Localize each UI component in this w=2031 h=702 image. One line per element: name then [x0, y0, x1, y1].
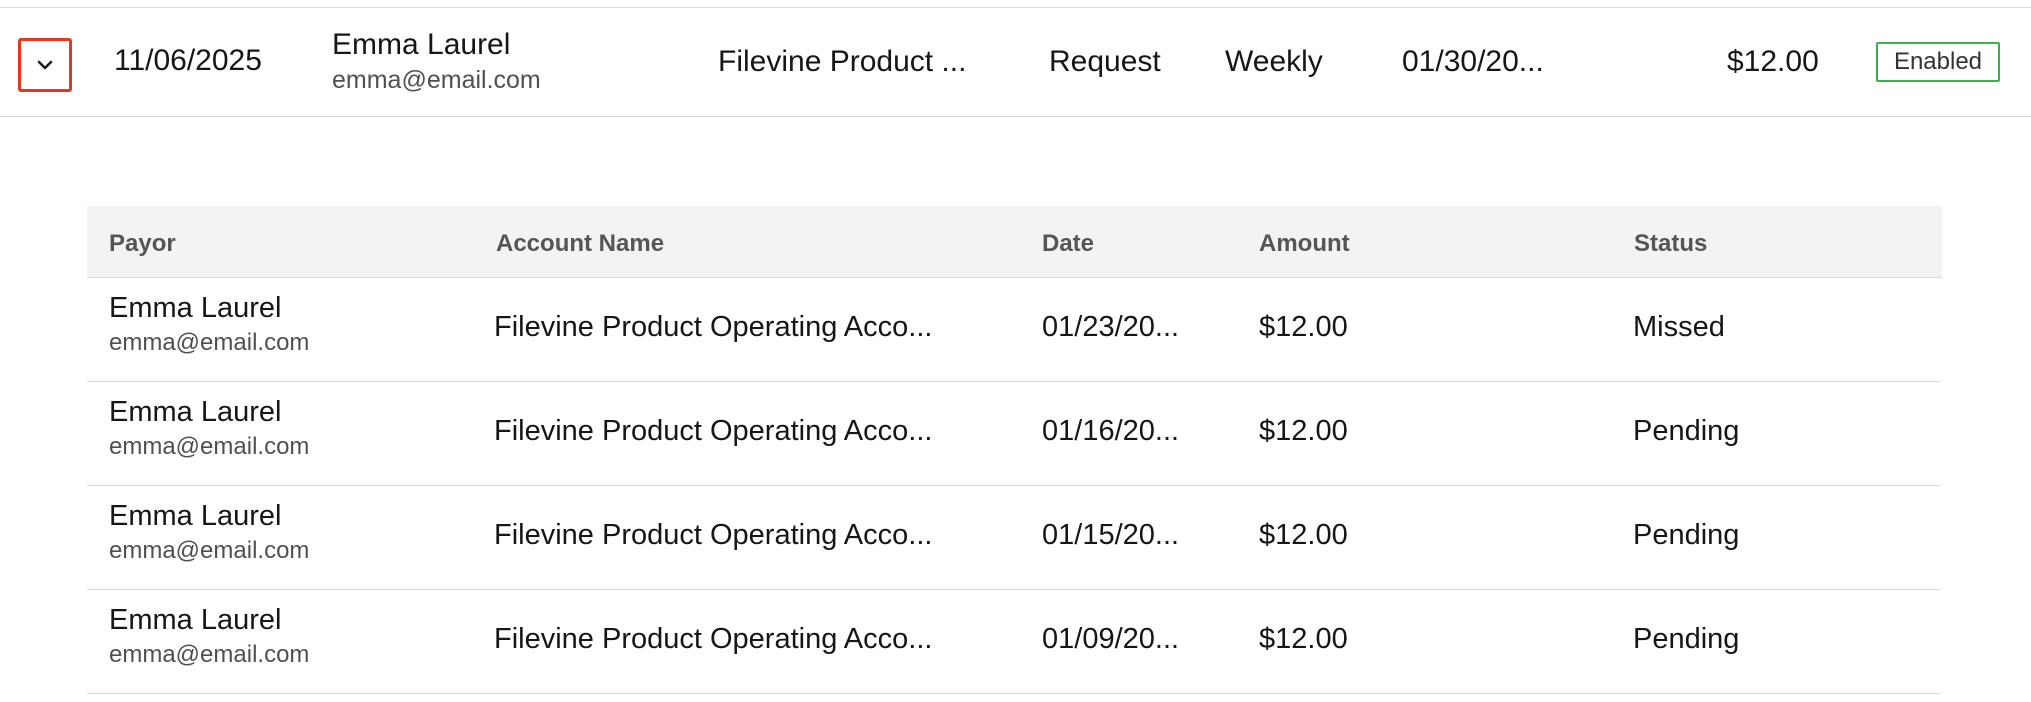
payment-amount: $12.00: [1727, 45, 1819, 78]
payor-name: Emma Laurel: [109, 604, 282, 636]
chevron-down-icon: [37, 60, 53, 70]
status-badge: Enabled: [1876, 42, 2000, 82]
payor-cell: Emma Laurel emma@email.com: [109, 292, 309, 357]
payment-status: Pending: [1633, 623, 1740, 655]
payor-name: Emma Laurel: [109, 500, 282, 532]
recurring-payment-row[interactable]: 11/06/2025 Emma Laurel emma@email.com Fi…: [0, 8, 2031, 117]
account-name: Filevine Product Operating Acco...: [494, 311, 933, 343]
header-amount: Amount: [1259, 230, 1350, 257]
payor-name: Emma Laurel: [109, 292, 282, 324]
table-header: Payor Account Name Date Amount Status: [87, 206, 1942, 278]
payment-amount: $12.00: [1259, 519, 1348, 551]
header-date: Date: [1042, 230, 1095, 257]
payor-email: emma@email.com: [109, 433, 310, 460]
header-payor: Payor: [109, 230, 176, 257]
payment-status: Pending: [1633, 519, 1740, 551]
account-name: Filevine Product Operating Acco...: [494, 623, 933, 655]
expand-row-button[interactable]: [18, 38, 72, 92]
account-name: Filevine Product Operating Acco...: [494, 415, 933, 447]
payment-frequency: Weekly: [1225, 45, 1323, 78]
table-row: Emma Laurel emma@email.com Filevine Prod…: [87, 590, 1940, 694]
next-payment-date: 01/30/20...: [1402, 45, 1544, 78]
payor-cell: Emma Laurel emma@email.com: [109, 500, 309, 565]
account-name: Filevine Product Operating Acco...: [494, 519, 933, 551]
header-status: Status: [1634, 230, 1708, 257]
payor-name: Emma Laurel: [109, 396, 282, 428]
payment-date: 01/16/20...: [1042, 415, 1180, 447]
table-row: Emma Laurel emma@email.com Filevine Prod…: [87, 382, 1940, 486]
payment-type: Request: [1049, 45, 1161, 78]
payor-cell: Emma Laurel emma@email.com: [332, 28, 541, 95]
payment-status: Pending: [1633, 415, 1740, 447]
header-account-name: Account Name: [496, 230, 665, 257]
payor-cell: Emma Laurel emma@email.com: [109, 396, 309, 461]
payment-status: Missed: [1633, 311, 1725, 343]
payor-email: emma@email.com: [109, 537, 310, 564]
payment-date: 01/09/20...: [1042, 623, 1180, 655]
payor-name: Emma Laurel: [332, 28, 511, 61]
payment-amount: $12.00: [1259, 623, 1348, 655]
table-row: Emma Laurel emma@email.com Filevine Prod…: [87, 278, 1940, 382]
payor-email: emma@email.com: [332, 66, 541, 94]
payment-amount: $12.00: [1259, 311, 1348, 343]
created-date: 11/06/2025: [114, 44, 262, 77]
payment-date: 01/15/20...: [1042, 519, 1180, 551]
table-row: Emma Laurel emma@email.com Filevine Prod…: [87, 486, 1940, 590]
payment-date: 01/23/20...: [1042, 311, 1180, 343]
payor-email: emma@email.com: [109, 641, 310, 668]
payment-amount: $12.00: [1259, 415, 1348, 447]
payor-email: emma@email.com: [109, 329, 310, 356]
payor-cell: Emma Laurel emma@email.com: [109, 604, 309, 669]
account-name: Filevine Product ...: [718, 45, 967, 78]
